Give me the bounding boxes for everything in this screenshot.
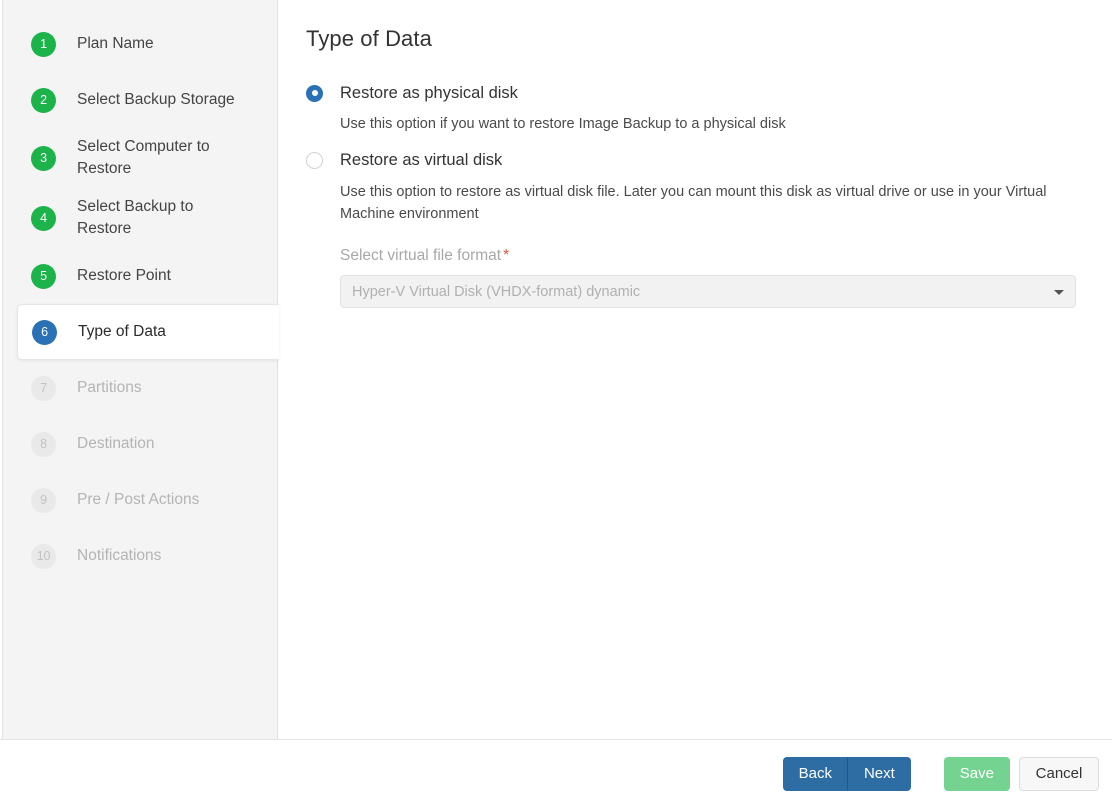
step-label: Select Backup Storage [77,91,235,108]
wizard-footer: Back Next Save Cancel [0,740,1112,807]
save-button[interactable]: Save [943,756,1010,791]
radio-description-virtual-disk: Use this option to restore as virtual di… [340,183,1047,222]
sidebar-step-partitions: 7 Partitions [3,360,277,416]
step-label: Select Backup to Restore [77,198,194,237]
chevron-down-icon [1054,289,1064,295]
back-button[interactable]: Back [782,756,848,791]
step-number-badge: 3 [31,145,56,171]
sidebar-step-select-backup-storage[interactable]: 2 Select Backup Storage [3,72,277,128]
virtual-file-format-label-text: Select virtual file format [340,247,502,265]
wizard-step-list: 1 Plan Name 2 Select Backup Storage 3 Se… [3,16,279,584]
wizard-content-panel: Type of Data Restore as physical disk Us… [279,0,1112,739]
radio-unselected-icon[interactable] [306,152,323,170]
step-label: Select Computer to Restore [77,138,210,177]
step-number-badge: 7 [31,375,56,401]
virtual-file-format-label: Select virtual file format * [340,247,1076,265]
step-label: Type of Data [78,323,166,340]
step-number-badge: 6 [32,319,57,345]
sidebar-step-destination: 8 Destination [3,416,277,472]
sidebar-step-select-computer-to-restore[interactable]: 3 Select Computer to Restore [3,128,277,188]
radio-label-physical-disk: Restore as physical disk [340,83,518,102]
step-label: Partitions [77,379,142,396]
sidebar-step-type-of-data[interactable]: 6 Type of Data [17,304,279,360]
step-label: Pre / Post Actions [77,491,200,508]
step-label: Plan Name [77,35,154,52]
radio-row-physical-disk[interactable]: Restore as physical disk [306,81,1092,105]
cancel-button[interactable]: Cancel [1019,756,1099,791]
page-title: Type of Data [306,26,432,51]
step-number-badge: 1 [31,31,56,57]
navigation-button-group: Back Next [782,756,911,791]
radio-row-virtual-disk[interactable]: Restore as virtual disk [306,149,1092,173]
virtual-file-format-select[interactable]: Hyper-V Virtual Disk (VHDX-format) dynam… [340,275,1076,309]
step-number-badge: 2 [31,87,56,113]
step-label: Notifications [77,547,162,564]
radio-selected-icon[interactable] [306,84,323,102]
step-number-badge: 8 [31,431,56,457]
wizard-sidebar: 1 Plan Name 2 Select Backup Storage 3 Se… [3,0,279,739]
option-restore-as-physical-disk: Restore as physical disk Use this option… [306,81,1092,136]
sidebar-step-notifications: 10 Notifications [3,528,277,584]
step-number-badge: 10 [31,543,56,569]
radio-description-physical-disk: Use this option if you want to restore I… [340,116,786,132]
sidebar-step-plan-name[interactable]: 1 Plan Name [3,16,277,72]
virtual-file-format-selected-value: Hyper-V Virtual Disk (VHDX-format) dynam… [352,283,641,300]
step-label: Destination [77,435,155,452]
sidebar-step-select-backup-to-restore[interactable]: 4 Select Backup to Restore [3,188,277,248]
sidebar-step-pre-post-actions: 9 Pre / Post Actions [3,472,277,528]
type-of-data-radio-group: Restore as physical disk Use this option… [306,81,1092,309]
step-number-badge: 4 [31,205,56,231]
required-asterisk: * [503,247,510,265]
option-restore-as-virtual-disk: Restore as virtual disk Use this option … [306,149,1092,309]
virtual-file-format-field: Select virtual file format * Hyper-V Virt… [340,247,1076,309]
step-label: Restore Point [77,267,171,284]
sidebar-step-restore-point[interactable]: 5 Restore Point [3,248,277,304]
restore-wizard-window: 1 Plan Name 2 Select Backup Storage 3 Se… [0,0,1112,807]
step-number-badge: 5 [31,263,56,289]
radio-label-virtual-disk: Restore as virtual disk [340,151,503,170]
step-number-badge: 9 [31,487,56,513]
next-button[interactable]: Next [847,756,911,791]
